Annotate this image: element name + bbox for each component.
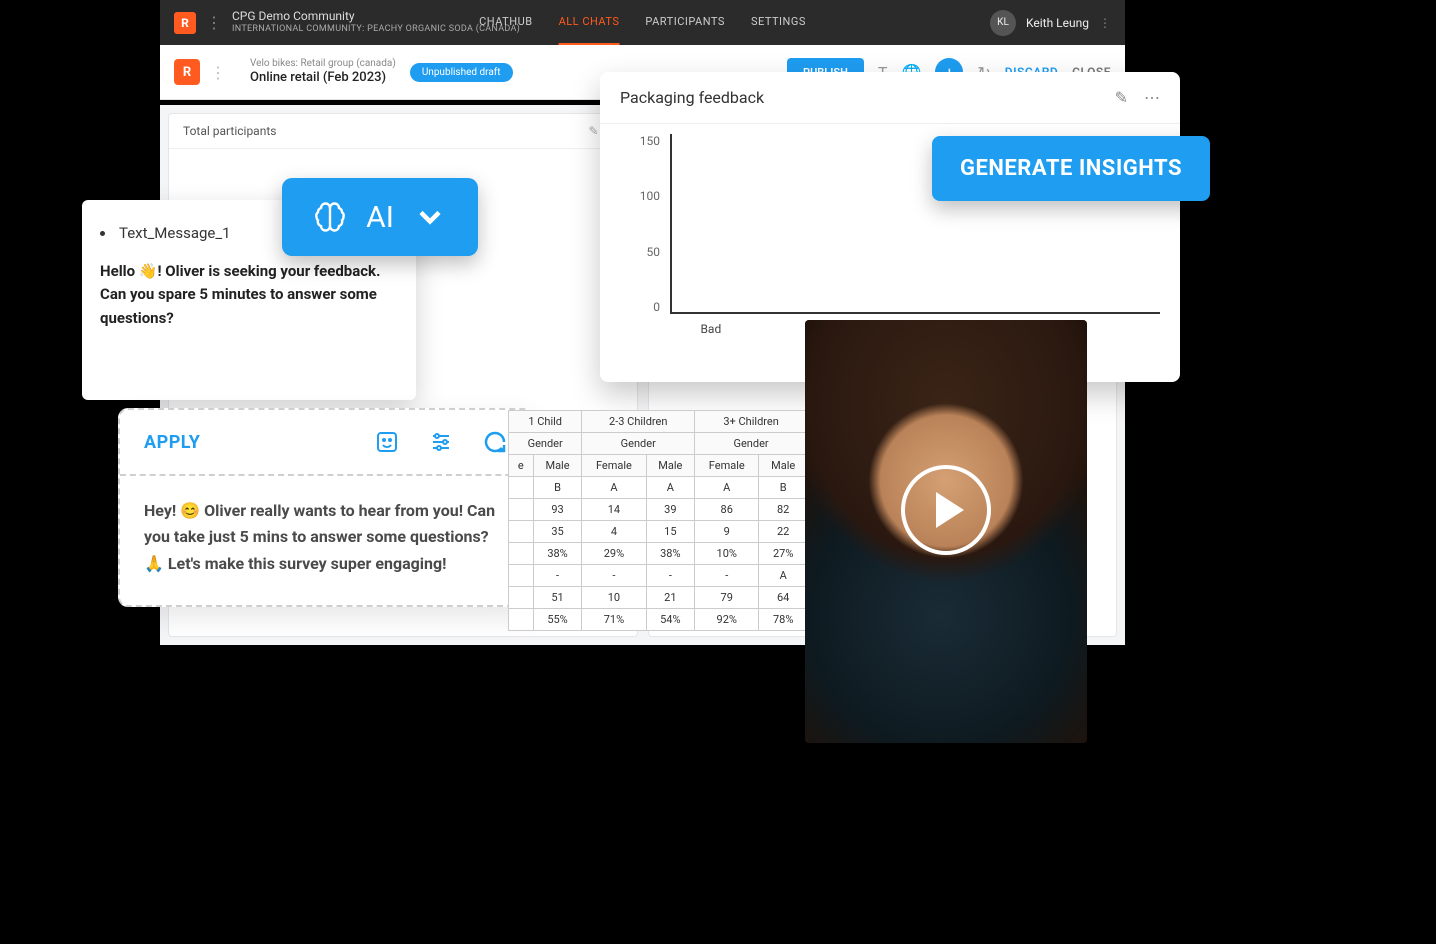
brain-icon [312,199,348,235]
project-title-block: Velo bikes: Retail group (canada) Online… [250,58,396,86]
chevron-down-icon [412,199,448,235]
ai-suggestion-text: Hey! 😊 Oliver really wants to hear from … [120,476,531,605]
primary-nav: CHATHUB ALL CHATS PARTICIPANTS SETTINGS [479,0,806,46]
workspace-title: CPG Demo Community [232,10,520,24]
edit-icon[interactable]: ✎ [588,124,598,138]
video-thumbnail[interactable] [805,320,1087,743]
avatar: KL [990,10,1016,36]
user-menu-kebab-icon[interactable]: ⋮ [1099,16,1111,30]
tab-settings[interactable]: SETTINGS [751,0,806,46]
user-name: Keith Leung [1026,16,1089,30]
project-logo: R [174,59,200,85]
ai-label: AI [366,200,394,235]
msg-pre: Hello [100,262,139,280]
app-topbar: R ⋮ CPG Demo Community INTERNATIONAL COM… [160,0,1125,45]
ai-suggestion-card: APPLY Hey! 😊 Oliver really wants to hear… [118,408,533,607]
workspace-title-block: CPG Demo Community INTERNATIONAL COMMUNI… [232,10,520,34]
participants-card-title: Total participants [183,124,276,138]
project-name: Online retail (Feb 2023) [250,70,396,86]
status-badge: Unpublished draft [410,63,513,82]
sticker-icon[interactable] [375,430,399,454]
bullet-icon [100,231,105,236]
tab-all-chats[interactable]: ALL CHATS [559,0,620,46]
bar-plot [670,134,1160,314]
chart-menu-icon[interactable]: ⋯ [1144,88,1160,107]
user-menu[interactable]: KL Keith Leung ⋮ [990,10,1111,36]
apply-button[interactable]: APPLY [144,432,200,453]
project-menu-icon[interactable]: ⋮ [210,63,226,82]
topbar-menu-icon[interactable]: ⋮ [206,13,222,32]
text-message-label: Text_Message_1 [119,224,231,242]
sliders-icon[interactable] [429,430,453,454]
tab-participants[interactable]: PARTICIPANTS [645,0,725,46]
chart-title: Packaging feedback [620,88,764,107]
play-icon [901,465,991,555]
brand-logo: R [174,12,196,34]
text-message-body: Hello 👋! Oliver is seeking your feedback… [100,260,398,330]
project-line: Velo bikes: Retail group (canada) [250,58,396,70]
workspace-subtitle: INTERNATIONAL COMMUNITY: PEACHY ORGANIC … [232,24,520,34]
wave-icon: 👋 [139,262,158,280]
ai-dropdown-button[interactable]: AI [282,178,478,256]
y-axis: 150100500 [620,134,660,314]
chart-edit-icon[interactable]: ✎ [1115,88,1128,107]
regenerate-icon[interactable] [483,430,507,454]
tab-chathub[interactable]: CHATHUB [479,0,532,46]
crosstab-table: 1 Child2-3 Children3+ ChildrenGenderGend… [508,410,808,631]
